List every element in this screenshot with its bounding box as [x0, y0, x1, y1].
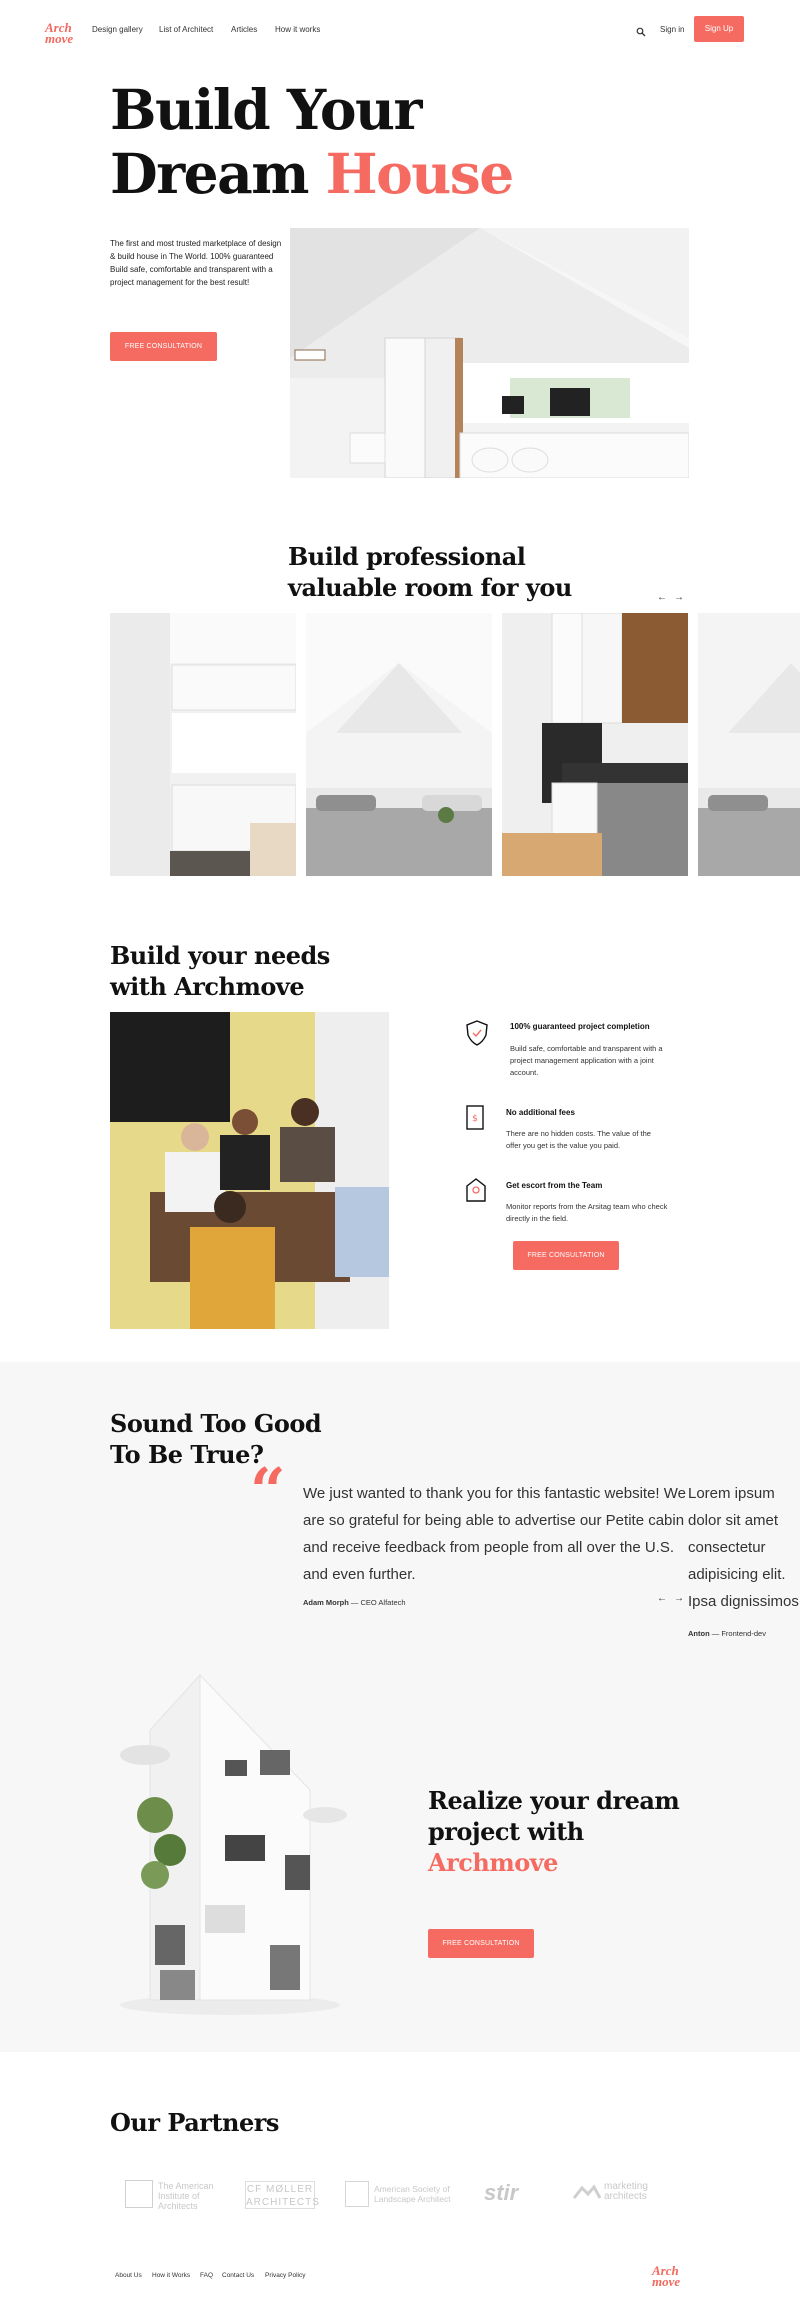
- testimonial-author-role-1: — CEO Alfatech: [348, 1598, 406, 1607]
- realize-title-line1: Realize your dream: [428, 1786, 680, 1815]
- hero-cta-button[interactable]: FREE CONSULTATION: [110, 332, 217, 361]
- rooms-title-line1: Build professional: [288, 542, 526, 571]
- sign-up-button[interactable]: Sign Up: [694, 16, 744, 42]
- hero-description: The first and most trusted marketplace o…: [110, 239, 282, 287]
- partners-title: Our Partners: [110, 2108, 279, 2137]
- needs-title-line2: with Archmove: [110, 972, 305, 1001]
- partner-stir: stir: [484, 2180, 519, 2205]
- realize-title: Realize your dream project with Archmove: [428, 1785, 728, 1878]
- testimonials-prev-arrow[interactable]: ←: [657, 1593, 667, 1604]
- realize-cta-button[interactable]: FREE CONSULTATION: [428, 1929, 534, 1958]
- needs-title: Build your needs with Archmove: [110, 940, 410, 1002]
- sign-in-link[interactable]: Sign in: [660, 25, 684, 34]
- testimonials-title-line1: Sound Too Good: [110, 1409, 322, 1438]
- testimonial-author-name-2: Anton: [688, 1629, 710, 1638]
- feature-desc-guarantee: Build safe, comfortable and transparent …: [510, 1044, 663, 1077]
- house-icon: [466, 1178, 486, 1202]
- partner-aia-label: The American Institute of Architects: [158, 2181, 214, 2211]
- footer-contact-us[interactable]: Contact Us: [222, 2272, 254, 2279]
- team-meeting-image: [110, 1012, 389, 1329]
- testimonial-author-1: Adam Morph — CEO Alfatech: [303, 1598, 503, 1607]
- needs-cta-button[interactable]: FREE CONSULTATION: [513, 1241, 619, 1270]
- testimonial-text-2: Lorem ipsum dolor sit amet consectetur a…: [688, 1485, 799, 1610]
- testimonial-text-1: We just wanted to thank you for this fan…: [303, 1485, 686, 1583]
- footer-how-it-works[interactable]: How it Works: [152, 2272, 190, 2279]
- search-icon[interactable]: [636, 24, 646, 37]
- hero-title-line1: Build Your: [110, 77, 423, 142]
- room-card-bedroom-1[interactable]: [306, 613, 492, 876]
- testimonial-author-2: Anton — Frontend-dev: [688, 1629, 798, 1638]
- realize-title-line2: project with: [428, 1817, 584, 1846]
- hero-title: Build Your Dream House: [110, 78, 630, 206]
- testimonial-author-role-2: — Frontend-dev: [709, 1629, 766, 1638]
- nav-articles[interactable]: Articles: [231, 25, 257, 34]
- rooms-title-line2: valuable room for you: [288, 573, 572, 602]
- room-card-bedroom-2[interactable]: [698, 613, 800, 876]
- shield-icon: [466, 1020, 488, 1046]
- partner-asla-label: American Society of Landscape Architect: [374, 2184, 451, 2204]
- partner-aia: The American Institute of Architects: [125, 2180, 225, 2211]
- partner-marketing-architects: marketing architects: [572, 2180, 692, 2210]
- asla-logo-icon: [345, 2181, 369, 2207]
- feature-desc-team: Monitor reports from the Arsitag team wh…: [506, 1202, 668, 1223]
- testimonial-author-name-1: Adam Morph: [303, 1598, 349, 1607]
- aia-logo-icon: [125, 2180, 153, 2208]
- quote-mark-icon: “: [250, 1454, 286, 1527]
- needs-title-line1: Build your needs: [110, 941, 330, 970]
- rooms-next-arrow[interactable]: →: [674, 592, 684, 603]
- nav-list-of-architect[interactable]: List of Architect: [159, 25, 213, 34]
- footer-about-us[interactable]: About Us: [115, 2272, 142, 2279]
- footer-logo[interactable]: Arch move: [652, 2264, 688, 2289]
- testimonials-next-arrow[interactable]: →: [674, 1593, 684, 1604]
- nav-design-gallery[interactable]: Design gallery: [92, 25, 143, 34]
- rooms-prev-arrow[interactable]: ←: [657, 592, 667, 603]
- room-card-kitchen[interactable]: [110, 613, 296, 876]
- marketing-architects-logo-icon: [572, 2184, 602, 2202]
- hero-title-plain: Dream: [110, 141, 326, 206]
- footer-faq[interactable]: FAQ: [200, 2272, 213, 2279]
- partner-marketing-label: marketing architects: [604, 2181, 648, 2202]
- footer-logo-bottom: move: [652, 2274, 681, 2289]
- brand-logo[interactable]: Arch move: [45, 21, 81, 46]
- hero-title-accent: House: [325, 141, 515, 206]
- feature-title-fees: No additional fees: [506, 1108, 575, 1117]
- receipt-icon: $: [466, 1105, 484, 1130]
- building-illustration: [110, 1670, 360, 2015]
- rooms-title: Build professional valuable room for you: [288, 541, 588, 603]
- hero-title-line2: Dream House: [110, 142, 630, 206]
- nav-how-it-works[interactable]: How it works: [275, 25, 320, 34]
- partner-cf-moller: CF MØLLER ARCHITECTS: [245, 2181, 319, 2209]
- room-card-kitchen-2[interactable]: [502, 613, 688, 876]
- footer-privacy-policy[interactable]: Privacy Policy: [265, 2272, 305, 2279]
- logo-bottom: move: [45, 31, 74, 46]
- feature-desc-fees: There are no hidden costs. The value of …: [506, 1129, 651, 1150]
- feature-title-guarantee: 100% guaranteed project completion: [510, 1022, 650, 1031]
- partner-asla: American Society of Landscape Architect: [345, 2181, 455, 2211]
- realize-title-accent: Archmove: [428, 1848, 558, 1877]
- hero-room-image: [290, 228, 689, 478]
- svg-text:$: $: [472, 1114, 478, 1124]
- feature-title-team: Get escort from the Team: [506, 1181, 603, 1190]
